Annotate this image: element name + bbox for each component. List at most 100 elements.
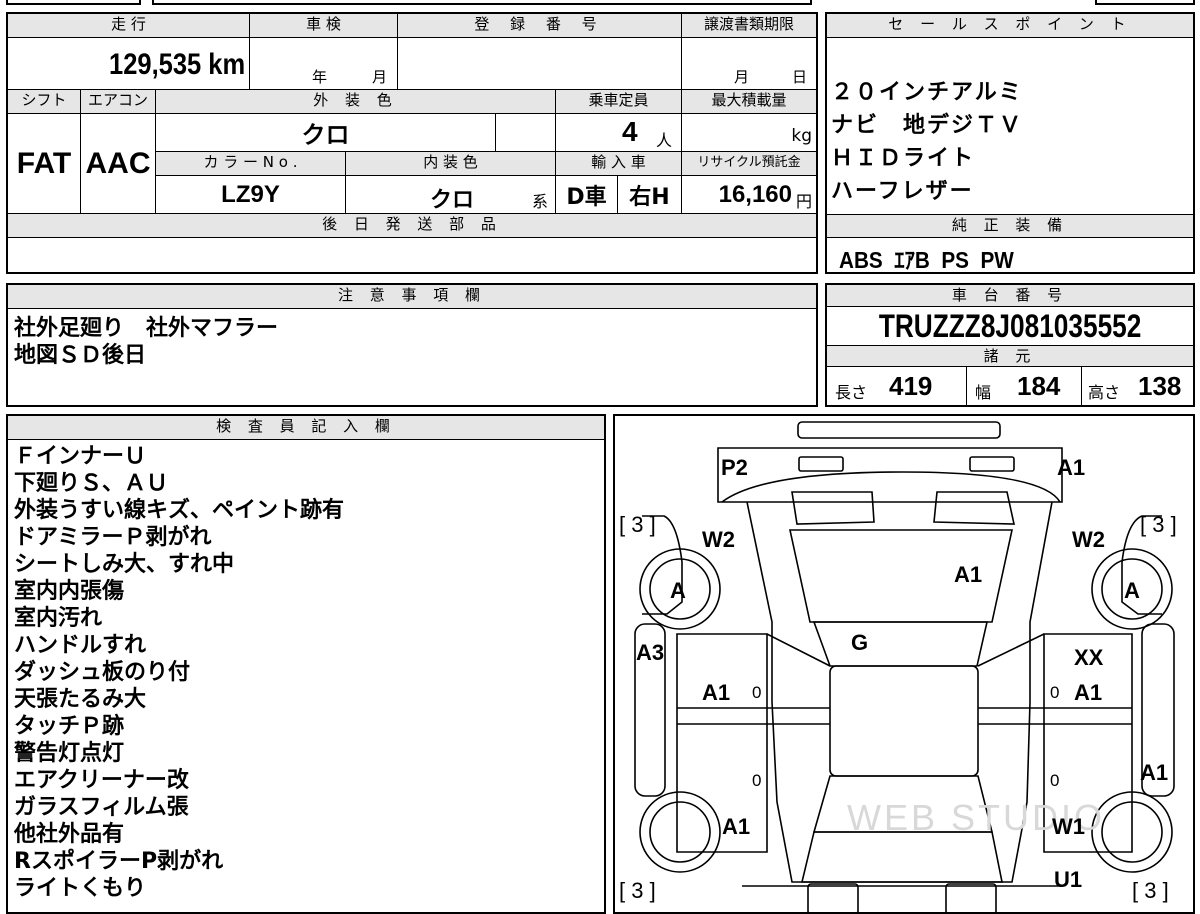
max-load-unit: kg [791, 126, 812, 146]
color-no-label: カ ラ ー N o . [156, 152, 346, 176]
inspection-month: 月 [372, 68, 388, 86]
interior-suffix: 系 [532, 192, 549, 211]
inspector-line: シートしみ大、すれ中 [14, 552, 235, 577]
inspection-year: 年 [312, 68, 328, 86]
length-value: 419 [889, 371, 933, 401]
notes-line: 社外足廻り 社外マフラー [14, 316, 279, 341]
exterior-color-label: 外 装 色 [156, 90, 556, 114]
zero-left-front: 0 [752, 683, 761, 702]
bracket-front-right: [ 3 ] [1140, 512, 1177, 537]
chassis-box: 車 台 番 号 TRUZZZ8J081035552 諸 元 長さ 419 幅 1… [825, 283, 1195, 407]
zero-right-rear: 0 [1050, 771, 1059, 790]
interior-color-label: 内 装 色 [346, 152, 556, 176]
mark-left-fender: W2 [702, 527, 735, 552]
zero-left-rear: 0 [752, 771, 761, 790]
capacity-unit: 人 [656, 131, 673, 150]
chassis-number: TRUZZZ8J081035552 [827, 307, 1193, 345]
notes-label: 注 意 事 項 欄 [8, 285, 816, 309]
sales-line: ハーフレザー [831, 179, 974, 204]
sales-point-box: セ ー ル ス ポ イ ン ト ２０インチアルミ ナビ 地デジＴＶ ＨＩＤライト… [825, 12, 1195, 274]
car-diagram-svg: WEB STUDIO P2 A1 W2 W2 A1 A A G A3 XX A1… [619, 421, 1177, 912]
mark-right-front-door-xx: XX [1074, 645, 1104, 670]
height-value: 138 [1138, 371, 1182, 401]
inspector-lines: ＦインナーＵ 下廻りＳ、ＡＵ 外装うすい線キズ、ペイント跡有 ドアミラーＰ剥がれ… [14, 443, 344, 902]
width-label: 幅 [975, 383, 992, 402]
mark-front-left-wheel: A [670, 578, 686, 603]
inspector-line: エアクリーナー改 [14, 768, 189, 793]
mark-left-rear-fender: A1 [722, 814, 750, 839]
sales-point-lines: ２０インチアルミ ナビ 地デジＴＶ ＨＩＤライト ハーフレザー [831, 76, 1191, 208]
sales-line: ナビ 地デジＴＶ [831, 113, 1024, 138]
notes-line: 地図ＳＤ後日 [14, 343, 147, 368]
mark-left-rocker: A3 [636, 640, 664, 665]
transfer-day: 日 [792, 68, 808, 86]
mark-front-left: P2 [721, 455, 748, 480]
recycle-label: リサイクル預託金 [682, 152, 816, 176]
transfer-deadline-label: 譲渡書類期限 [682, 14, 816, 38]
sales-point-label: セ ー ル ス ポ イ ン ト [827, 14, 1193, 38]
zero-right-front: 0 [1050, 683, 1059, 702]
mark-right-fender: W2 [1072, 527, 1105, 552]
vehicle-info-table: 走 行 車 検 登 録 番 号 譲渡書類期限 129,535 km 年 月 月 … [6, 12, 818, 274]
sales-line: ２０インチアルミ [831, 80, 1023, 105]
import-value: D車 [556, 176, 618, 214]
recycle-value: 16,160 [718, 181, 792, 208]
transfer-month: 月 [734, 68, 750, 86]
inspector-label: 検 査 員 記 入 欄 [8, 416, 604, 440]
notes-lines: 社外足廻り 社外マフラー 地図ＳＤ後日 [14, 315, 278, 369]
inspector-line: 室内内張傷 [14, 579, 125, 604]
mark-front-right: A1 [1057, 455, 1085, 480]
capacity-value: 4 [622, 116, 638, 147]
handle-value: 右H [618, 176, 682, 214]
inspector-line: ＦインナーＵ [14, 444, 147, 469]
inspector-line: 室内汚れ [14, 606, 103, 631]
inspector-line: 外装うすい線キズ、ペイント跡有 [14, 498, 345, 523]
capacity-label: 乗車定員 [556, 90, 682, 114]
bracket-rear-right: [ 3 ] [1132, 878, 1169, 903]
inspector-line: ハンドルすれ [14, 633, 147, 658]
inspector-line: ガラスフィルム張 [14, 795, 189, 820]
shift-value: FAT [8, 114, 81, 214]
car-condition-diagram: WEB STUDIO P2 A1 W2 W2 A1 A A G A3 XX A1… [613, 414, 1195, 914]
equipment-value: ABS ｴｱB PS PW [839, 247, 1014, 273]
mark-right-rear-fender: W1 [1052, 814, 1085, 839]
inspector-line: 天張たるみ大 [14, 687, 147, 712]
inspector-line: ライトくもり [14, 876, 147, 901]
shift-label: シフト [8, 90, 81, 114]
inspector-line: 他社外品有 [14, 822, 125, 847]
import-label: 輸 入 車 [556, 152, 682, 176]
mark-right-rocker: A1 [1140, 760, 1168, 785]
chassis-number-text: TRUZZZ8J081035552 [878, 307, 1142, 344]
inspector-line: ダッシュ板のり付 [14, 660, 191, 685]
mark-left-front-door: A1 [702, 680, 730, 705]
inspector-box: 検 査 員 記 入 欄 ＦインナーＵ 下廻りＳ、ＡＵ 外装うすい線キズ、ペイント… [6, 414, 606, 914]
notes-box: 注 意 事 項 欄 社外足廻り 社外マフラー 地図ＳＤ後日 [6, 283, 818, 407]
sales-line: ＨＩＤライト [831, 146, 976, 171]
length-label: 長さ [835, 383, 868, 402]
later-parts-label: 後 日 発 送 部 品 [8, 214, 816, 238]
registration-label: 登 録 番 号 [398, 14, 682, 38]
mark-windshield: G [851, 630, 868, 655]
mileage-label: 走 行 [8, 14, 250, 38]
width-value: 184 [1017, 371, 1061, 401]
bracket-rear-left: [ 3 ] [619, 878, 656, 903]
specs-label: 諸 元 [827, 345, 1193, 367]
bracket-front-left: [ 3 ] [619, 512, 656, 537]
inspector-line: ドアミラーＰ剥がれ [14, 525, 212, 550]
max-load-label: 最大積載量 [682, 90, 816, 114]
chassis-label: 車 台 番 号 [827, 285, 1193, 307]
height-label: 高さ [1088, 383, 1121, 402]
exterior-color-value: クロ [156, 114, 496, 152]
inspector-line: 警告灯点灯 [14, 741, 125, 766]
recycle-unit: 円 [795, 192, 812, 211]
mark-right-front-door: A1 [1074, 680, 1102, 705]
interior-color-value: クロ [430, 188, 475, 213]
mark-hood: A1 [954, 562, 982, 587]
color-no-value: LZ9Y [156, 176, 346, 214]
inspector-line: 下廻りＳ、ＡＵ [14, 471, 169, 496]
mark-rear-bumper: U1 [1054, 867, 1082, 892]
inspector-line: タッチＰ跡 [14, 714, 125, 739]
mileage-value: 129,535 km [108, 48, 245, 81]
aircon-value: AAC [81, 114, 156, 214]
equipment-label: 純 正 装 備 [827, 214, 1193, 238]
